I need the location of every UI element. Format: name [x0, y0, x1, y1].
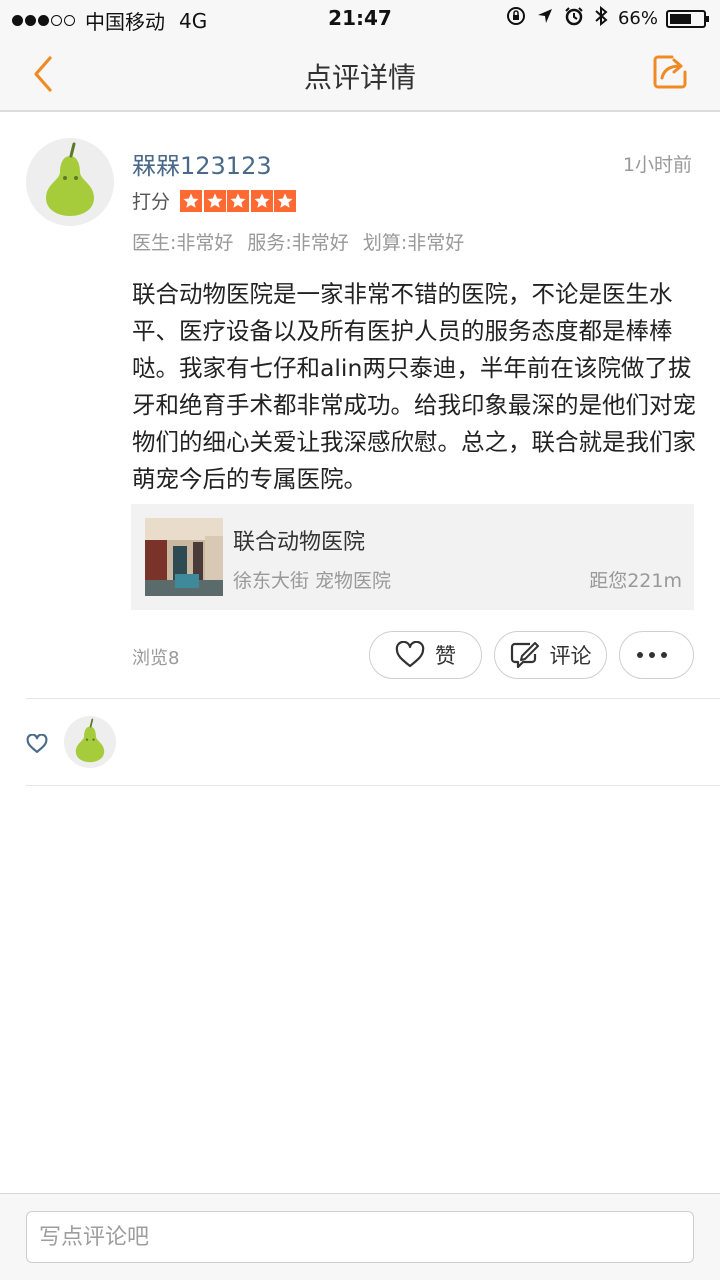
score-item: 服务:非常好 [247, 232, 349, 254]
rating-row: 打分 [132, 187, 298, 214]
more-button[interactable] [619, 631, 694, 679]
heart-icon [26, 733, 48, 758]
score-item: 医生:非常好 [132, 232, 234, 254]
rotation-lock-icon [506, 6, 526, 31]
star-icon [180, 189, 203, 212]
star-icon [274, 189, 297, 212]
divider [26, 698, 720, 699]
pear-avatar-icon [46, 142, 94, 216]
score-item: 划算:非常好 [362, 232, 465, 254]
view-count: 浏览8 [132, 648, 180, 669]
shop-location: 徐东大街 宠物医院 [233, 570, 392, 592]
review-content: 联合动物医院是一家非常不错的医院，不论是医生水平、医疗设备以及所有医护人员的服务… [132, 280, 696, 493]
comment-button[interactable]: 评论 [494, 631, 607, 679]
star-icon [203, 189, 226, 212]
share-button[interactable] [650, 52, 690, 92]
star-rating [180, 189, 298, 212]
rating-label: 打分 [132, 191, 171, 213]
pear-avatar-icon [75, 718, 105, 763]
page-title: 点评详情 [303, 61, 416, 94]
location-arrow-icon [536, 7, 554, 30]
status-bar: 中国移动 4G 21:47 66% [0, 0, 720, 38]
alarm-icon [564, 6, 584, 31]
shop-thumbnail [145, 518, 223, 596]
shop-card[interactable]: 联合动物医院 徐东大街 宠物医院 距您221m [131, 504, 694, 610]
comment-label: 评论 [549, 644, 592, 668]
battery-icon [666, 9, 709, 28]
comment-edit-icon [510, 642, 539, 669]
battery-percent: 66% [617, 8, 658, 29]
heart-icon [395, 641, 425, 668]
liker-avatar[interactable] [64, 716, 116, 768]
more-dots-icon [636, 652, 667, 658]
nav-bar: 点评详情 [0, 38, 720, 112]
review-time: 1小时前 [622, 154, 692, 176]
shop-name: 联合动物医院 [233, 530, 366, 555]
bluetooth-icon [594, 5, 608, 31]
username[interactable]: 槑槑123123 [132, 146, 272, 181]
comment-bar [0, 1193, 720, 1280]
star-icon [227, 189, 250, 212]
avatar[interactable] [26, 138, 114, 226]
score-breakdown: 医生:非常好 服务:非常好 划算:非常好 [132, 228, 478, 255]
divider [26, 785, 720, 786]
like-button[interactable]: 赞 [369, 631, 482, 679]
shop-distance: 距您221m [589, 570, 682, 592]
comment-input[interactable] [26, 1211, 694, 1263]
star-icon [250, 189, 273, 212]
like-label: 赞 [435, 644, 456, 668]
share-icon [653, 55, 687, 89]
